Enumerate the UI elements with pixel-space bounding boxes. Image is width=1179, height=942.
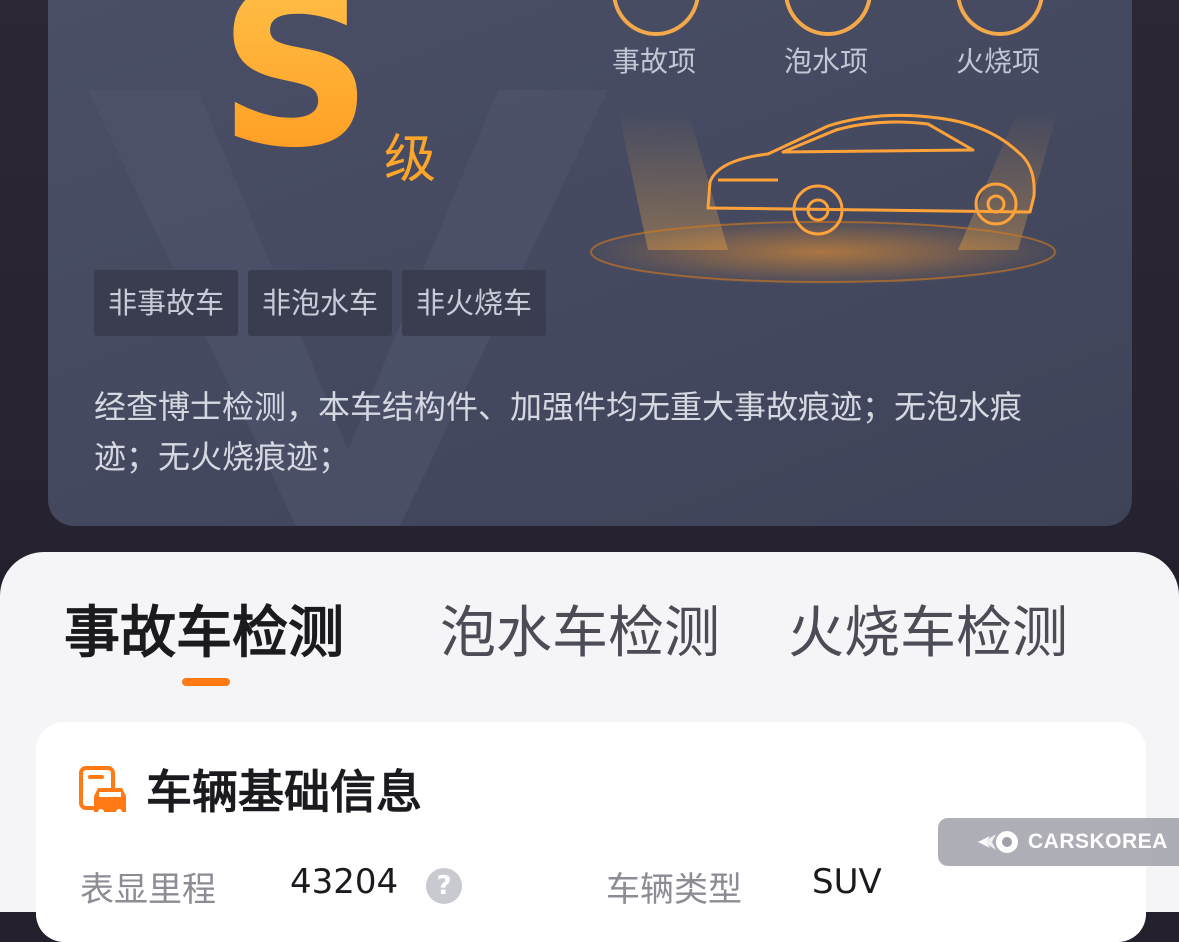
carskorea-text: CARSKOREA — [1028, 830, 1168, 853]
tab-flood-inspection[interactable]: 泡水车检测 — [440, 604, 720, 664]
check-ring-icon — [784, 0, 872, 36]
help-icon[interactable]: ? — [426, 868, 462, 904]
car-document-icon — [79, 766, 126, 815]
check-label: 事故项 — [611, 45, 696, 78]
active-tab-indicator — [182, 678, 230, 686]
vehicle-type-value: SUV — [812, 862, 882, 902]
check-ring-icon — [956, 0, 1044, 36]
carskorea-logo-icon — [978, 831, 1018, 853]
tag-non-fire: 非火烧车 — [402, 270, 547, 336]
tab-fire-inspection[interactable]: 火烧车检测 — [788, 604, 1068, 664]
carskorea-watermark: CARSKOREA — [938, 818, 1179, 866]
grade-letter: S — [218, 0, 373, 177]
mileage-label: 表显里程 — [80, 870, 216, 910]
tag-non-flood: 非泡水车 — [248, 270, 393, 336]
check-label: 泡水项 — [783, 45, 868, 78]
car-wireframe-icon — [583, 110, 1063, 286]
check-label: 火烧项 — [955, 45, 1040, 78]
tag-non-accident: 非事故车 — [94, 270, 239, 336]
vehicle-info-title: 车辆基础信息 — [146, 765, 422, 819]
mileage-value: 43204 — [290, 862, 399, 902]
vehicle-type-label: 车辆类型 — [606, 870, 742, 910]
grade-suffix: 级 — [384, 130, 437, 190]
tab-accident-inspection[interactable]: 事故车检测 — [64, 604, 344, 664]
result-tags: 非事故车 非泡水车 非火烧车 — [94, 270, 547, 336]
inspection-summary: 经查博士检测，本车结构件、加强件均无重大事故痕迹；无泡水痕迹；无火烧痕迹； — [94, 388, 1023, 476]
check-ring-icon — [612, 0, 700, 36]
inspection-report-card: S 级 事故项 泡水项 火烧项 非事故车 非泡水车 非火烧车 经查博士检测，本车… — [48, 0, 1132, 526]
